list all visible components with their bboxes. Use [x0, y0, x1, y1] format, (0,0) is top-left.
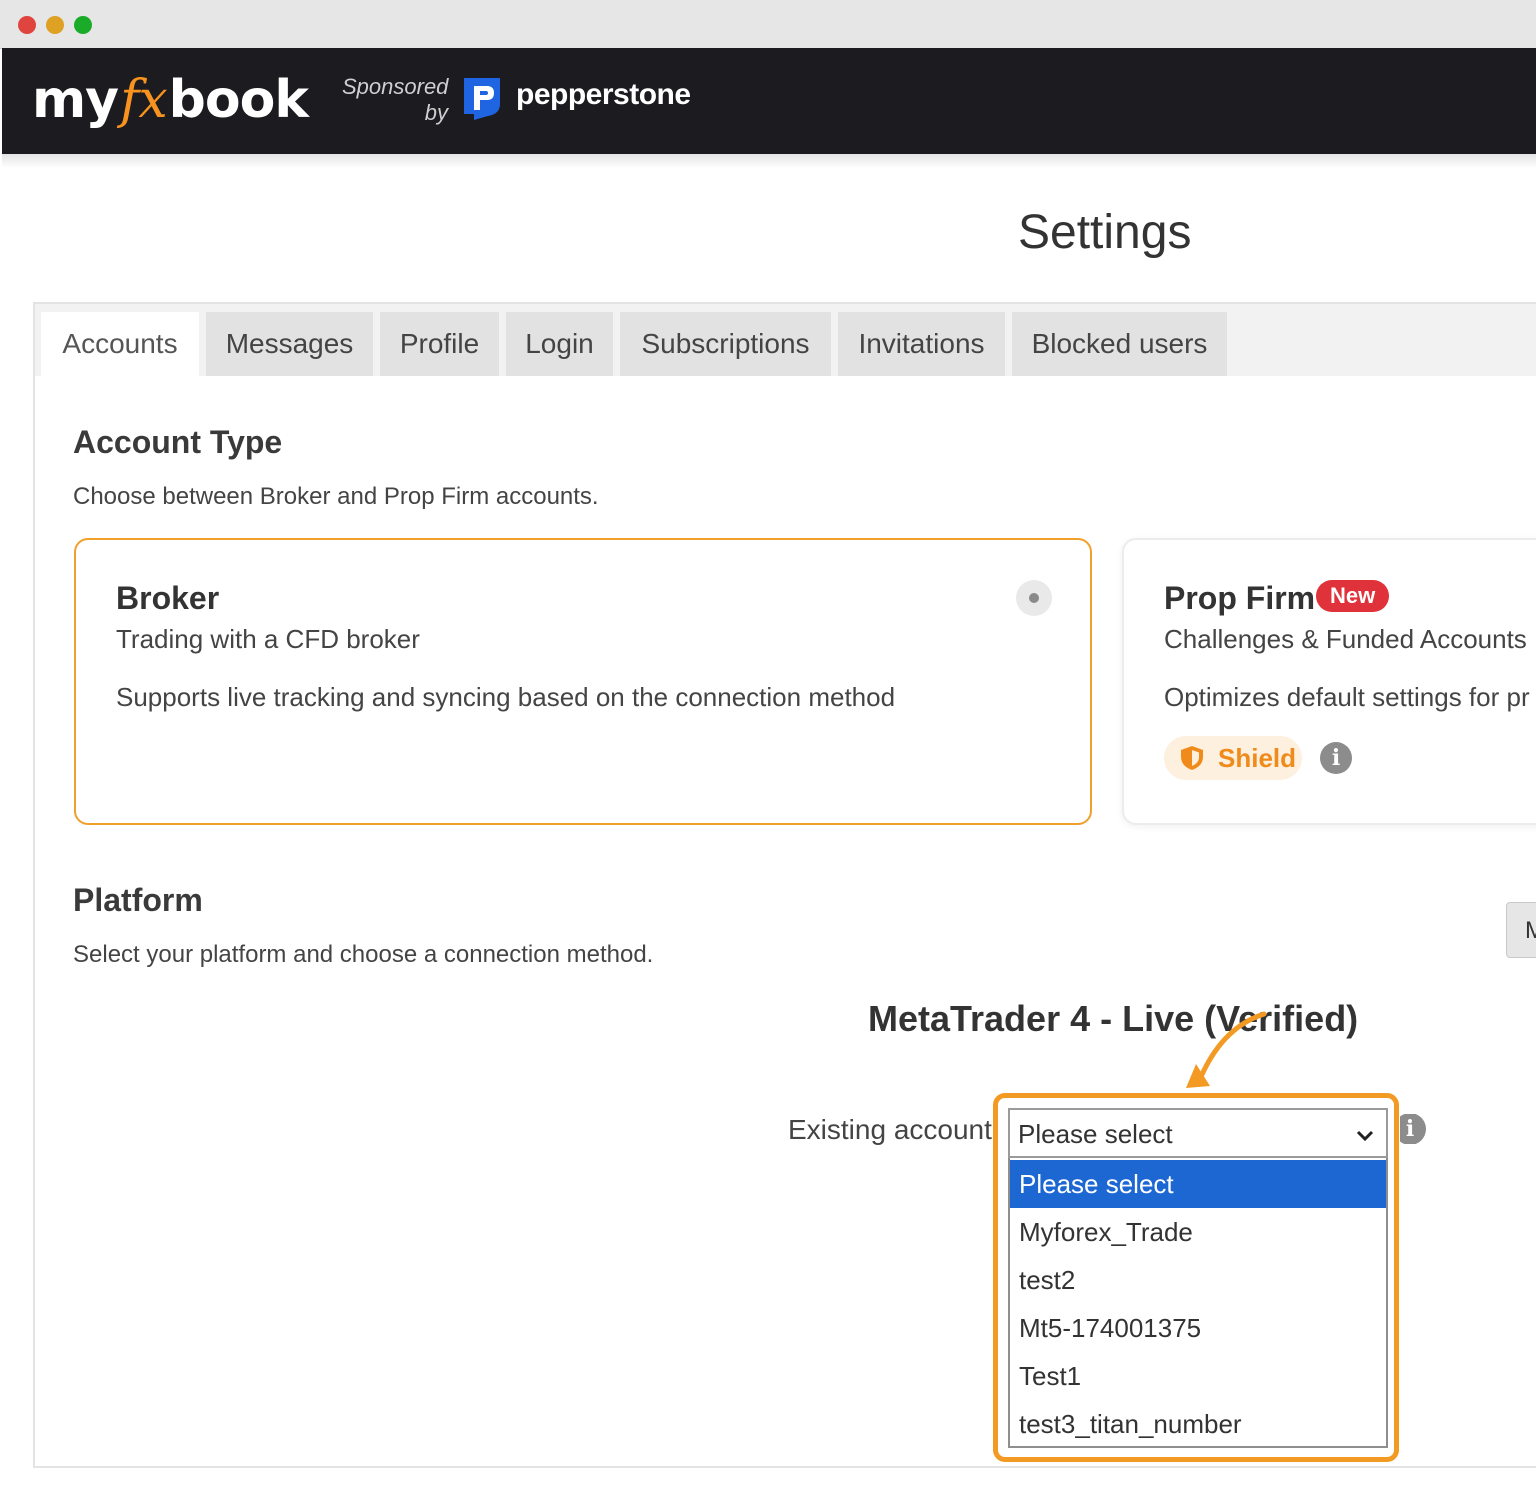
tab-subscriptions[interactable]: Subscriptions	[620, 312, 831, 376]
shield-icon	[1181, 746, 1203, 770]
existing-account-select[interactable]: Please select	[1008, 1108, 1388, 1158]
prop-firm-subtitle: Challenges & Funded Accounts	[1164, 624, 1527, 654]
shield-label: Shield	[1218, 743, 1297, 773]
tab-messages[interactable]: Messages	[206, 312, 373, 376]
tab-profile[interactable]: Profile	[380, 312, 499, 376]
existing-account-info-icon[interactable]: i	[1400, 1114, 1426, 1144]
site-header: myfxbook Sponsored by pepperstone	[2, 48, 1536, 154]
existing-account-label: Existing account	[788, 1114, 992, 1145]
option-mt5-174001375[interactable]: Mt5-174001375	[1010, 1304, 1386, 1352]
annotation-arrow-icon	[1186, 1011, 1267, 1088]
sponsored-text: Sponsored	[342, 74, 449, 99]
chevron-down-icon	[1356, 1130, 1374, 1142]
prop-firm-title: Prop Firm	[1164, 580, 1316, 616]
existing-account-options: Please select Myforex_Trade test2 Mt5-17…	[1008, 1158, 1388, 1448]
broker-card[interactable]: Broker Trading with a CFD broker Support…	[74, 538, 1092, 825]
info-icon[interactable]: i	[1320, 742, 1352, 774]
account-type-heading: Account Type	[73, 424, 283, 460]
tab-login[interactable]: Login	[506, 312, 613, 376]
pepperstone-p-icon[interactable]	[460, 74, 506, 122]
option-test2[interactable]: test2	[1010, 1256, 1386, 1304]
broker-title: Broker	[116, 580, 220, 616]
option-myforex-trade[interactable]: Myforex_Trade	[1010, 1208, 1386, 1256]
select-current-value: Please select	[1018, 1119, 1173, 1149]
logo-text-fx: fx	[120, 70, 168, 130]
platform-description: Select your platform and choose a connec…	[73, 941, 654, 968]
broker-subtitle: Trading with a CFD broker	[116, 624, 420, 654]
platform-side-button[interactable]: M	[1506, 902, 1536, 958]
tab-invitations[interactable]: Invitations	[838, 312, 1005, 376]
sponsored-by-label: Sponsored by	[342, 74, 448, 126]
tab-blocked-users[interactable]: Blocked users	[1012, 312, 1227, 376]
minimize-window-button[interactable]	[46, 16, 64, 34]
account-type-description: Choose between Broker and Prop Firm acco…	[73, 483, 599, 510]
option-test3-titan-number[interactable]: test3_titan_number	[1010, 1400, 1386, 1448]
broker-radio[interactable]	[1016, 580, 1052, 616]
prop-firm-card[interactable]: Prop Firm New Challenges & Funded Accoun…	[1122, 538, 1536, 825]
close-window-button[interactable]	[18, 16, 36, 34]
broker-description: Supports live tracking and syncing based…	[116, 682, 896, 712]
shield-badge[interactable]: Shield	[1164, 736, 1302, 780]
page-title: Settings	[1018, 206, 1192, 259]
platform-heading: Platform	[73, 882, 203, 918]
prop-firm-description: Optimizes default settings for pr	[1164, 682, 1530, 712]
logo-text-book: book	[168, 70, 309, 130]
new-badge: New	[1316, 580, 1390, 612]
myfxbook-logo[interactable]: myfxbook	[32, 70, 309, 130]
header-shadow	[2, 154, 1536, 168]
tab-accounts[interactable]: Accounts	[41, 312, 199, 376]
maximize-window-button[interactable]	[74, 16, 92, 34]
sponsor-name[interactable]: pepperstone	[516, 78, 691, 112]
by-text: by	[424, 100, 448, 125]
option-please-select[interactable]: Please select	[1010, 1160, 1386, 1208]
window-titlebar	[0, 0, 1536, 49]
option-test1[interactable]: Test1	[1010, 1352, 1386, 1400]
logo-text-my: my	[32, 70, 119, 130]
